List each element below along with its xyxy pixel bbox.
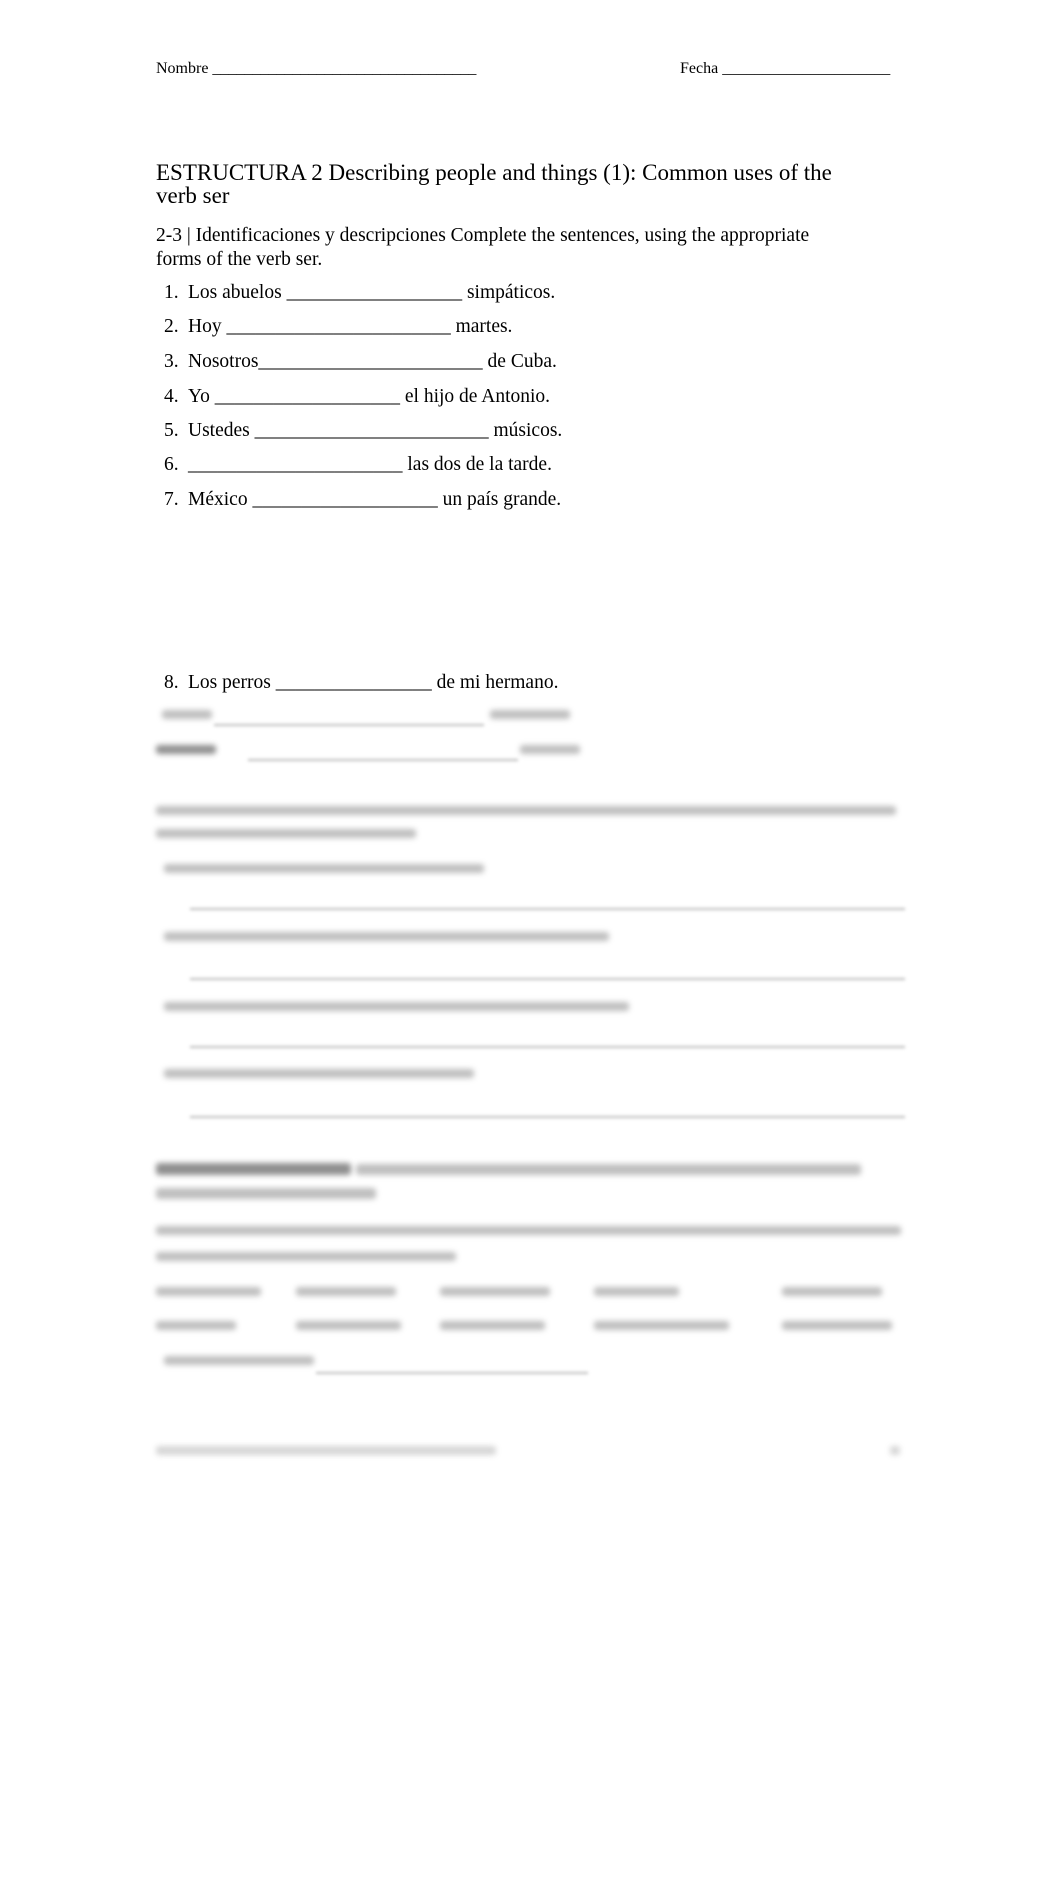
blurred-text: [156, 745, 216, 754]
list-item: 4.: [164, 384, 179, 409]
list-item: 6.: [164, 452, 179, 477]
list-item: 7.: [164, 487, 179, 512]
blurred-question: [164, 864, 484, 873]
list-item: 8.: [164, 670, 179, 695]
blurred-word: [782, 1321, 892, 1330]
section-title-line1: ESTRUCTURA 2 Describing people and thing…: [156, 160, 832, 185]
list-item: 1.: [164, 280, 179, 305]
blurred-heading: [156, 1163, 351, 1175]
item-number: 3.: [164, 351, 179, 372]
blurred-word: [296, 1321, 401, 1330]
item-number: 1.: [164, 282, 179, 303]
blurred-item: [164, 1356, 314, 1365]
blurred-question: [164, 1069, 474, 1078]
item-number: 7.: [164, 489, 179, 510]
blurred-line: [214, 724, 484, 726]
item-number: 6.: [164, 454, 179, 475]
blurred-paragraph: [156, 1252, 456, 1261]
date-field-label: Fecha _____________________: [680, 60, 891, 77]
blurred-answer-line: [190, 1116, 905, 1118]
blurred-word: [440, 1287, 550, 1296]
blurred-line: [248, 759, 518, 761]
item-number: 8.: [164, 672, 179, 693]
section-title-line2: verb ser: [156, 183, 230, 208]
blurred-answer-line: [190, 978, 905, 980]
blurred-word: [156, 1287, 261, 1296]
list-item: 2.: [164, 314, 179, 339]
blurred-word: [296, 1287, 396, 1296]
list-item: 5.: [164, 418, 179, 443]
list-item: 3.: [164, 349, 179, 374]
exercise-instructions-line2: forms of the verb ser.: [156, 249, 323, 270]
item-number: 4.: [164, 386, 179, 407]
blurred-word: [440, 1321, 545, 1330]
blurred-page-number: [890, 1446, 900, 1455]
blurred-word: [594, 1321, 729, 1330]
blurred-heading: [156, 1188, 376, 1199]
exercise-instructions-line1: 2-3 | Identificaciones y descripciones C…: [156, 225, 810, 246]
item-text: ______________________ las dos de la tar…: [188, 454, 552, 475]
item-number: 5.: [164, 420, 179, 441]
blurred-paragraph: [156, 1226, 901, 1235]
blurred-paragraph: [156, 806, 896, 815]
item-text: México ___________________ un país grand…: [188, 489, 562, 510]
blurred-word: [782, 1287, 882, 1296]
name-field-label: Nombre _________________________________: [156, 60, 477, 77]
blurred-heading: [356, 1164, 861, 1175]
blurred-footer: [156, 1446, 496, 1455]
item-text: Nosotros_______________________ de Cuba.: [188, 351, 557, 372]
blurred-answer-line: [190, 908, 905, 910]
blurred-text: [520, 745, 580, 754]
blurred-answer-line: [316, 1372, 588, 1374]
blurred-paragraph: [156, 829, 416, 838]
item-text: Ustedes ________________________ músicos…: [188, 420, 563, 441]
blurred-question: [164, 1002, 629, 1011]
blurred-answer-line: [190, 1046, 905, 1048]
item-text: Los perros ________________ de mi herman…: [188, 672, 559, 693]
item-number: 2.: [164, 316, 179, 337]
blurred-text: [490, 710, 570, 719]
blurred-text: [162, 710, 212, 719]
item-text: Hoy _______________________ martes.: [188, 316, 513, 337]
blurred-word: [156, 1321, 236, 1330]
blurred-word: [594, 1287, 679, 1296]
blurred-question: [164, 932, 609, 941]
item-text: Yo ___________________ el hijo de Antoni…: [188, 386, 551, 407]
item-text: Los abuelos __________________ simpático…: [188, 282, 556, 303]
